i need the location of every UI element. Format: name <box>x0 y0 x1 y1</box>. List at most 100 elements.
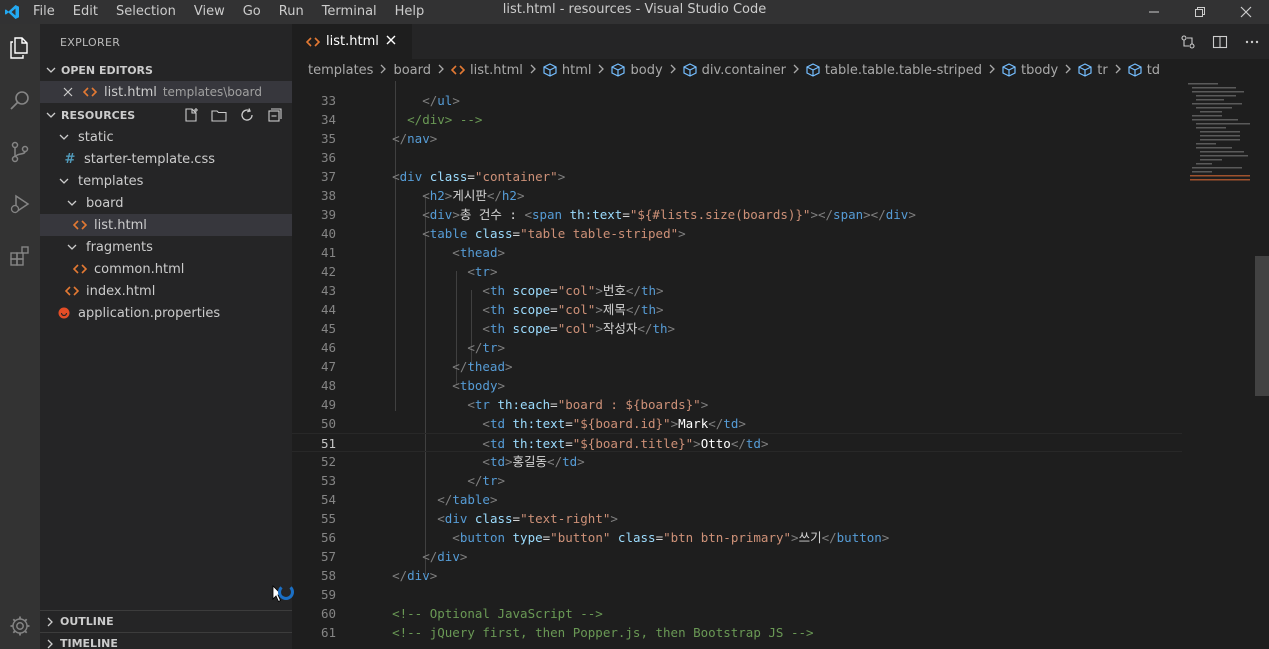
explorer-activity[interactable] <box>0 24 40 72</box>
tree-file-starter-css[interactable]: # starter-template.css <box>40 148 292 170</box>
code-line[interactable]: 36 <box>292 148 1182 167</box>
code-token: < <box>362 169 400 184</box>
tree-file-application-properties[interactable]: application.properties <box>40 302 292 324</box>
code-token: > <box>881 530 890 545</box>
restore-icon <box>1195 7 1205 17</box>
breadcrumb-item[interactable]: list.html <box>451 63 523 78</box>
run-debug-activity[interactable] <box>0 180 40 228</box>
open-changes-icon[interactable] <box>1177 31 1199 53</box>
manage-activity[interactable] <box>0 602 40 649</box>
tree-folder-fragments[interactable]: fragments <box>40 236 292 258</box>
code-line[interactable]: 39 <div>총 건수 : <span th:text="${#lists.s… <box>292 205 1182 224</box>
tree-folder-templates[interactable]: templates <box>40 170 292 192</box>
breadcrumb-item[interactable]: div.container <box>683 63 786 78</box>
breadcrumb-item[interactable]: board <box>393 63 431 78</box>
code-token: = <box>550 397 558 412</box>
code-line[interactable]: 55 <div class="text-right"> <box>292 509 1182 528</box>
code-line[interactable]: 56 <button type="button" class="btn btn-… <box>292 528 1182 547</box>
code-line[interactable]: 35 </nav> <box>292 129 1182 148</box>
menu-help[interactable]: Help <box>386 2 434 22</box>
code-line[interactable]: 43 <th scope="col">번호</th> <box>292 281 1182 300</box>
code-line[interactable]: 42 <tr> <box>292 262 1182 281</box>
source-control-activity[interactable] <box>0 128 40 176</box>
resources-header[interactable]: RESOURCES <box>40 104 292 126</box>
code-line[interactable]: 53 </tr> <box>292 471 1182 490</box>
new-folder-icon[interactable] <box>208 104 230 126</box>
new-file-icon[interactable] <box>180 104 202 126</box>
code-line[interactable]: 34 </div> --> <box>292 110 1182 129</box>
code-line[interactable]: 51 <td th:text="${board.title}">Otto</td… <box>292 433 1182 452</box>
tree-file-common-html[interactable]: common.html <box>40 258 292 280</box>
breadcrumb-item[interactable]: templates <box>308 63 373 78</box>
open-editor-item[interactable]: list.html templates\board <box>40 81 292 103</box>
line-number: 34 <box>320 112 336 127</box>
extensions-activity[interactable] <box>0 232 40 280</box>
menu-edit[interactable]: Edit <box>64 2 107 22</box>
breadcrumb-item[interactable]: tbody <box>1002 63 1058 78</box>
restore-button[interactable] <box>1177 0 1223 24</box>
menu-run[interactable]: Run <box>270 2 313 22</box>
code-line[interactable]: 57 </div> <box>292 547 1182 566</box>
minimap[interactable] <box>1186 81 1256 191</box>
tree-folder-static[interactable]: static <box>40 126 292 148</box>
code-line[interactable]: 40 <table class="table table-striped"> <box>292 224 1182 243</box>
split-editor-icon[interactable] <box>1209 31 1231 53</box>
breadcrumb-item[interactable]: table.table.table-striped <box>806 63 982 78</box>
code-line[interactable]: 50 <td th:text="${board.id}">Mark</td> <box>292 414 1182 433</box>
code-token: > <box>429 131 438 146</box>
editor-scrollbar[interactable] <box>1255 81 1269 649</box>
tree-file-list-html[interactable]: list.html <box>40 214 292 236</box>
line-content: <!-- Optional JavaScript --> <box>362 604 603 623</box>
code-line[interactable]: 44 <th scope="col">제목</th> <box>292 300 1182 319</box>
chevron-down-icon <box>41 109 61 121</box>
code-line[interactable]: 46 </tr> <box>292 338 1182 357</box>
code-token: < <box>362 188 430 203</box>
open-editors-header[interactable]: OPEN EDITORS <box>40 59 292 81</box>
symbol-element-icon <box>806 63 820 77</box>
line-content: <div class="container"> <box>362 167 565 186</box>
menu-view[interactable]: View <box>185 2 234 22</box>
code-line[interactable]: 60 <!-- Optional JavaScript --> <box>292 604 1182 623</box>
code-line[interactable]: 37 <div class="container"> <box>292 167 1182 186</box>
line-content: <thead> <box>362 243 505 262</box>
code-line[interactable]: 41 <thead> <box>292 243 1182 262</box>
line-number: 61 <box>320 625 336 640</box>
menu-go[interactable]: Go <box>234 2 270 22</box>
more-actions-icon[interactable] <box>1241 31 1263 53</box>
tab-list-html[interactable]: list.html <box>292 24 412 59</box>
menu-terminal[interactable]: Terminal <box>313 2 386 22</box>
tree-file-index-html[interactable]: index.html <box>40 280 292 302</box>
code-line[interactable]: 54 </table> <box>292 490 1182 509</box>
timeline-header[interactable]: TIMELINE <box>40 632 292 649</box>
code-line[interactable]: 52 <td>홍길동</td> <box>292 452 1182 471</box>
breadcrumb-item[interactable]: html <box>543 63 591 78</box>
menu-selection[interactable]: Selection <box>107 2 185 22</box>
close-icon[interactable] <box>384 33 398 51</box>
code-line[interactable]: 59 <box>292 585 1182 604</box>
code-line[interactable]: 33 </ul> <box>292 91 1182 110</box>
code-line[interactable]: 45 <th scope="col">작성자</th> <box>292 319 1182 338</box>
scrollbar-thumb[interactable] <box>1255 256 1269 396</box>
code-editor[interactable]: 33 </ul> 34 </div> --> 35 </nav> 36 37 <div … <box>292 81 1269 649</box>
menu-file[interactable]: File <box>24 2 64 22</box>
breadcrumb-item[interactable]: tr <box>1078 63 1108 78</box>
search-activity[interactable] <box>0 76 40 124</box>
refresh-icon[interactable] <box>236 104 258 126</box>
tree-folder-board[interactable]: board <box>40 192 292 214</box>
code-line[interactable]: 38 <h2>게시판</h2> <box>292 186 1182 205</box>
minimize-button[interactable] <box>1131 0 1177 24</box>
code-token: </ <box>625 283 641 298</box>
code-line[interactable]: 49 <tr th:each="board : ${boards}"> <box>292 395 1182 414</box>
breadcrumb-item[interactable]: body <box>611 63 663 78</box>
code-line[interactable]: 61 <!-- jQuery first, then Popper.js, th… <box>292 623 1182 642</box>
close-window-button[interactable] <box>1223 0 1269 24</box>
code-line[interactable]: 58 </div> <box>292 566 1182 585</box>
breadcrumb-item[interactable]: td <box>1128 63 1160 78</box>
code-line[interactable]: 48 <tbody> <box>292 376 1182 395</box>
outline-header[interactable]: OUTLINE <box>40 610 292 632</box>
close-icon[interactable] <box>60 84 76 100</box>
code-line[interactable]: 47 </thead> <box>292 357 1182 376</box>
collapse-all-icon[interactable] <box>264 104 286 126</box>
code-token: div <box>407 568 430 583</box>
